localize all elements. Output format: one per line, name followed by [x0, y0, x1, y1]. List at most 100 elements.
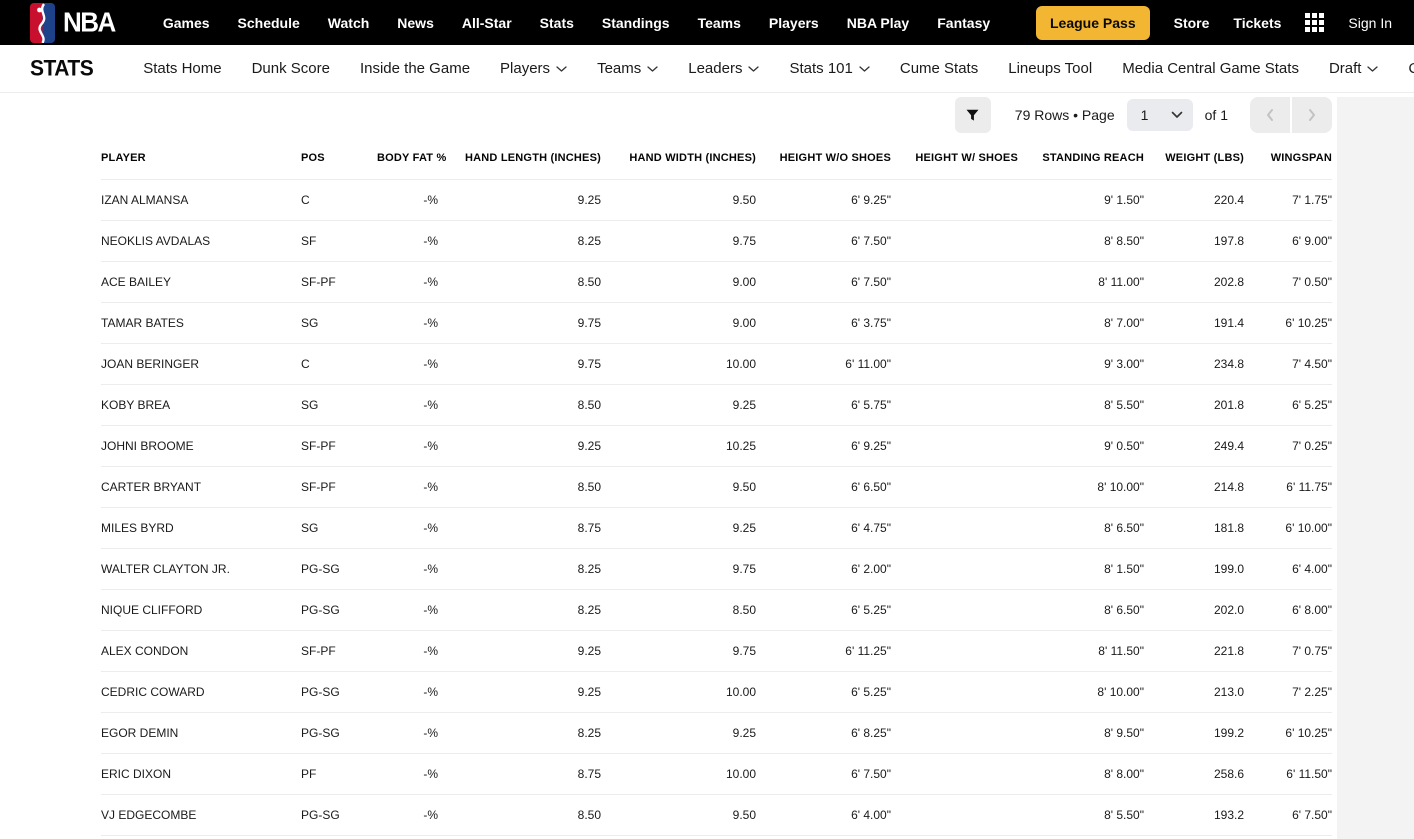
page-select-value: 1 [1140, 107, 1149, 123]
table-row[interactable]: VJ EDGECOMBE PG-SG -% 8.50 9.50 6' 4.00" 8' 5.… [101, 793, 1332, 836]
table-row[interactable]: ERIC DIXON PF -% 8.75 10.00 6' 7.50" 8' 8.00" 2… [101, 752, 1332, 794]
stats-nav-item-inside-the-game[interactable]: Inside the Game [360, 60, 470, 77]
nav-item-stats[interactable]: Stats [540, 15, 574, 31]
nav-item-fantasy[interactable]: Fantasy [937, 15, 990, 31]
column-header-standing-reach[interactable]: STANDING REACH [1018, 137, 1144, 179]
nav-item-all-star[interactable]: All-Star [462, 15, 512, 31]
stats-nav-item-cume-stats[interactable]: Cume Stats [900, 60, 978, 77]
sign-in-link[interactable]: Sign In [1348, 15, 1392, 31]
player-name-cell[interactable]: WALTER CLAYTON JR. [101, 547, 301, 589]
column-header-pos[interactable]: POS [301, 137, 377, 179]
stat-cell [891, 260, 1018, 302]
player-name-cell[interactable]: VJ EDGECOMBE [101, 793, 301, 836]
stats-nav-item-stats-101[interactable]: Stats 101 [789, 60, 870, 77]
nav-item-teams[interactable]: Teams [698, 15, 741, 31]
player-name-cell[interactable]: NEOKLIS AVDALAS [101, 219, 301, 261]
nav-item-nba-play[interactable]: NBA Play [847, 15, 910, 31]
stats-nav-item-lineups-tool[interactable]: Lineups Tool [1008, 60, 1092, 77]
table-row[interactable]: WALTER CLAYTON JR. PG-SG -% 8.25 9.75 6' 2.00… [101, 547, 1332, 589]
store-link[interactable]: Store [1174, 15, 1210, 31]
nav-item-news[interactable]: News [397, 15, 434, 31]
stats-nav-item-label: Inside the Game [359, 60, 471, 77]
table-row[interactable]: ACE BAILEY SF-PF -% 8.50 9.00 6' 7.50" 8' 11.0… [101, 260, 1332, 302]
stats-nav-item-media-central-game-stats[interactable]: Media Central Game Stats [1122, 60, 1299, 77]
player-name-cell[interactable]: CARTER BRYANT [101, 465, 301, 507]
player-name-cell[interactable]: CEDRIC COWARD [101, 670, 301, 712]
stats-nav-item-quick-links[interactable]: Quick Links [1408, 60, 1414, 77]
player-name-cell[interactable]: NIQUE CLIFFORD [101, 588, 301, 630]
player-name-cell[interactable]: EGOR DEMIN [101, 711, 301, 753]
stat-cell: 6' 7.50" [756, 752, 891, 794]
stats-nav-item-dunk-score[interactable]: Dunk Score [252, 60, 330, 77]
stat-cell: 9.75 [438, 301, 601, 343]
stat-cell: 9.75 [601, 547, 756, 589]
nav-item-schedule[interactable]: Schedule [238, 15, 300, 31]
table-row[interactable]: JOHNI BROOME SF-PF -% 9.25 10.25 6' 9.25" 9' 0… [101, 424, 1332, 466]
stat-cell [891, 670, 1018, 712]
player-name-cell[interactable]: MILES BYRD [101, 506, 301, 548]
stat-cell: 8' 5.50" [1018, 793, 1144, 836]
column-header-weight-lbs[interactable]: WEIGHT (LBS) [1144, 137, 1244, 179]
player-name-cell[interactable]: JOAN BERINGER [101, 342, 301, 384]
stat-cell: 9.75 [438, 342, 601, 384]
stat-cell: 6' 5.25" [756, 588, 891, 630]
stat-cell: 8.25 [438, 219, 601, 261]
table-row[interactable]: KOBY BREA SG -% 8.50 9.25 6' 5.75" 8' 5.50" 201… [101, 383, 1332, 425]
nba-logo[interactable]: NBA [30, 2, 116, 43]
table-row[interactable]: ALEX CONDON SF-PF -% 9.25 9.75 6' 11.25" 8' 11… [101, 629, 1332, 671]
stats-nav-item-players[interactable]: Players [500, 60, 567, 77]
nav-item-players[interactable]: Players [769, 15, 819, 31]
column-header-height-w-shoes[interactable]: HEIGHT W/ SHOES [891, 137, 1018, 179]
prev-page-button[interactable] [1250, 97, 1290, 133]
nav-item-watch[interactable]: Watch [328, 15, 369, 31]
player-name-cell[interactable]: TAMAR BATES [101, 301, 301, 343]
table-row[interactable]: NIQUE CLIFFORD PG-SG -% 8.25 8.50 6' 5.25" 8' … [101, 588, 1332, 630]
chevron-down-icon [859, 66, 870, 73]
stats-nav-item-teams[interactable]: Teams [597, 60, 658, 77]
stat-cell: SF-PF [301, 465, 377, 507]
tickets-link[interactable]: Tickets [1233, 15, 1281, 31]
stats-nav-item-leaders[interactable]: Leaders [688, 60, 760, 77]
player-name-cell[interactable]: IZAN ALMANSA [101, 178, 301, 220]
stat-cell: 9.25 [601, 506, 756, 548]
nav-item-games[interactable]: Games [163, 15, 210, 31]
stats-nav-item-stats-home[interactable]: Stats Home [143, 60, 221, 77]
player-name-cell[interactable]: JOHNI BROOME [101, 424, 301, 466]
stat-cell: 6' 6.50" [756, 465, 891, 507]
player-name-cell[interactable]: ALEX CONDON [101, 629, 301, 671]
stat-cell: 6' 11.25" [756, 629, 891, 671]
league-pass-button[interactable]: League Pass [1036, 5, 1150, 40]
table-row[interactable]: TAMAR BATES SG -% 9.75 9.00 6' 3.75" 8' 7.00" 1… [101, 301, 1332, 343]
column-header-player[interactable]: PLAYER [101, 137, 301, 179]
column-header-height-w-o-shoes[interactable]: HEIGHT W/O SHOES [756, 137, 891, 179]
table-row[interactable]: CEDRIC COWARD PG-SG -% 9.25 10.00 6' 5.25" 8' … [101, 670, 1332, 712]
stat-cell [891, 588, 1018, 630]
table-row[interactable]: NEOKLIS AVDALAS SF -% 8.25 9.75 6' 7.50" 8' 8.… [101, 219, 1332, 261]
stats-nav-item-label: Stats Home [143, 60, 222, 77]
player-name-cell[interactable]: ERIC DIXON [101, 752, 301, 794]
stat-cell: 9' 3.00" [1018, 342, 1144, 384]
page-select[interactable]: 1 [1126, 99, 1193, 131]
table-row[interactable]: JOAN BERINGER C -% 9.75 10.00 6' 11.00" 9' 3.0… [101, 342, 1332, 384]
table-row[interactable]: MILES BYRD SG -% 8.75 9.25 6' 4.75" 8' 6.50" 18… [101, 506, 1332, 548]
stats-nav-item-label: Media Central Game Stats [1122, 60, 1299, 77]
player-name-cell[interactable]: ACE BAILEY [101, 260, 301, 302]
column-header-wingspan[interactable]: WINGSPAN [1244, 137, 1332, 179]
stat-cell: 6' 10.25" [1244, 711, 1332, 753]
stat-cell: 8.50 [601, 588, 756, 630]
table-row[interactable]: IZAN ALMANSA C -% 9.25 9.50 6' 9.25" 9' 1.50" 2… [101, 178, 1332, 220]
stat-cell: 9.75 [601, 629, 756, 671]
apps-grid-icon[interactable] [1305, 13, 1325, 32]
player-name-cell[interactable]: KOBY BREA [101, 383, 301, 425]
stats-logo[interactable]: STATS [30, 56, 94, 81]
column-header-hand-width-inches[interactable]: HAND WIDTH (INCHES) [601, 137, 756, 179]
next-page-button[interactable] [1292, 97, 1332, 133]
column-header-body-fat[interactable]: BODY FAT % [377, 137, 446, 179]
stats-nav-item-draft[interactable]: Draft [1329, 60, 1379, 77]
nav-item-standings[interactable]: Standings [602, 15, 670, 31]
table-row[interactable]: CARTER BRYANT SF-PF -% 8.50 9.50 6' 6.50" 8' 1… [101, 465, 1332, 507]
column-header-hand-length-inches[interactable]: HAND LENGTH (INCHES) [438, 137, 601, 179]
table-row[interactable]: EGOR DEMIN PG-SG -% 8.25 9.25 6' 8.25" 8' 9.50… [101, 711, 1332, 753]
filter-button[interactable] [954, 97, 991, 133]
stat-cell [891, 547, 1018, 589]
